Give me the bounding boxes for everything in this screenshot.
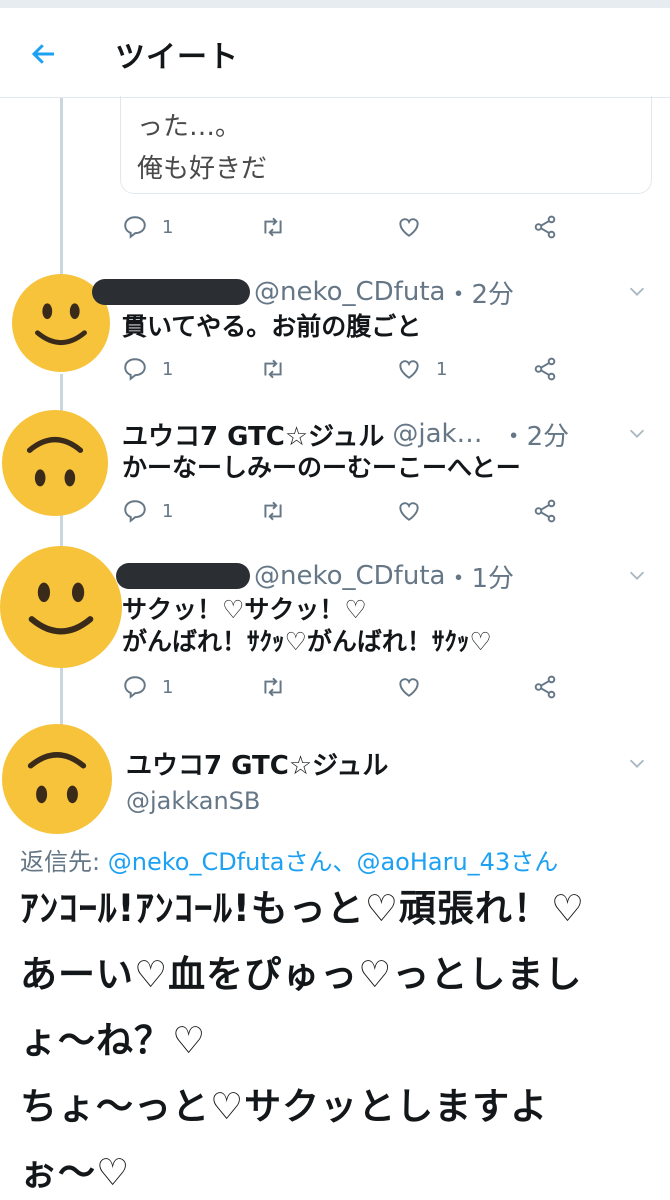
user-handle[interactable]: @neko_CDfuta: [254, 277, 445, 307]
reply-button[interactable]: 1: [122, 674, 173, 700]
tweet-text: 貫いてやる。お前の腹ごと: [122, 312, 422, 341]
retweet-icon: [260, 674, 286, 700]
avatar[interactable]: [0, 546, 122, 668]
quoted-tweet[interactable]: った…。 俺も好きだ: [120, 96, 652, 194]
share-icon: [532, 356, 558, 382]
thread-line: [60, 374, 63, 412]
retweet-button[interactable]: [260, 674, 286, 700]
retweet-button[interactable]: [260, 498, 286, 524]
chevron-down-icon[interactable]: [626, 564, 648, 586]
redacted-name: [92, 279, 250, 305]
avatar[interactable]: [2, 410, 108, 516]
header: ツイート: [0, 8, 670, 98]
main-tweet-handle[interactable]: @jakkanSB: [126, 787, 260, 815]
timestamp[interactable]: ・2分: [501, 416, 570, 453]
retweet-button[interactable]: [260, 356, 286, 382]
reply-button[interactable]: 1: [122, 498, 173, 524]
share-button[interactable]: [532, 674, 558, 700]
main-tweet-line: ちょ〜っと♡サクッとしますよ: [20, 1085, 549, 1128]
retweet-icon: [260, 498, 286, 524]
chevron-down-icon[interactable]: [626, 752, 648, 774]
tweet-actions: 1: [122, 498, 562, 528]
reply-to: 返信先: @neko_CDfutaさん、@aoHaru_43さん: [20, 842, 558, 877]
timestamp[interactable]: ・2分: [445, 274, 514, 311]
user-handle[interactable]: @jak…: [392, 419, 482, 449]
quoted-text-line: 俺も好きだ: [137, 154, 268, 184]
like-button[interactable]: 1: [396, 356, 447, 382]
quoted-text-line: った…。: [137, 112, 242, 142]
reply-count: 1: [162, 676, 174, 698]
main-tweet-line: あーい♡血をぴゅっ♡っとしまし: [20, 953, 583, 996]
reply-to-label: 返信先:: [20, 848, 101, 876]
tweet-header: ユウコ7 GTC☆ジュル @jak… ・2分: [122, 416, 569, 452]
status-bar: [0, 0, 670, 8]
share-icon: [532, 214, 558, 240]
tweet-header: @neko_CDfuta ・1分: [116, 558, 514, 594]
retweet-button[interactable]: [260, 214, 286, 240]
tweet-header: @neko_CDfuta ・2分: [92, 274, 514, 310]
main-tweet-line: ｱﾝｺｰﾙ!ｱﾝｺｰﾙ!もっと♡頑張れ！♡: [20, 887, 586, 930]
retweet-icon: [260, 356, 286, 382]
heart-icon: [396, 498, 422, 524]
tweet-text: がんばれ！ｻｸｯ♡がんばれ！ｻｸｯ♡: [122, 627, 492, 656]
upside-down-face-icon: [3, 725, 111, 833]
like-button[interactable]: [396, 674, 422, 700]
reply-icon: [122, 214, 148, 240]
timestamp[interactable]: ・1分: [445, 558, 514, 595]
tweet-actions: 1: [122, 214, 562, 244]
retweet-icon: [260, 214, 286, 240]
reply-count: 1: [162, 358, 174, 380]
chevron-down-icon[interactable]: [626, 422, 648, 444]
main-tweet-line: ぉ〜♡: [20, 1151, 131, 1194]
upside-down-face-icon: [3, 411, 107, 515]
thread-line: [60, 98, 63, 278]
tweet-actions: 1 1: [122, 356, 562, 386]
share-icon: [532, 674, 558, 700]
avatar[interactable]: [2, 724, 112, 834]
tweet-text: かーなーしみーのーむーこーへとー: [122, 453, 521, 482]
heart-icon: [396, 356, 422, 382]
reply-button[interactable]: 1: [122, 214, 173, 240]
like-button[interactable]: [396, 214, 422, 240]
reply-icon: [122, 498, 148, 524]
share-button[interactable]: [532, 498, 558, 524]
redacted-name: [116, 563, 250, 589]
user-name[interactable]: ユウコ7 GTC☆ジュル: [122, 416, 384, 453]
user-handle[interactable]: @neko_CDfuta: [254, 561, 445, 591]
tweet-actions: 1: [122, 674, 562, 704]
reply-icon: [122, 674, 148, 700]
reply-button[interactable]: 1: [122, 356, 173, 382]
main-tweet-line: ょ〜ね？♡: [20, 1019, 207, 1062]
back-button[interactable]: [26, 36, 62, 72]
main-tweet-text: ｱﾝｺｰﾙ!ｱﾝｺｰﾙ!もっと♡頑張れ！♡ あーい♡血をぴゅっ♡っとしまし ょ〜…: [20, 876, 660, 1200]
like-count: 1: [436, 358, 448, 380]
like-button[interactable]: [396, 498, 422, 524]
heart-icon: [396, 674, 422, 700]
share-button[interactable]: [532, 214, 558, 240]
page-title: ツイート: [115, 40, 239, 75]
reply-to-mentions[interactable]: @neko_CDfutaさん、@aoHaru_43さん: [108, 848, 558, 876]
chevron-down-icon[interactable]: [626, 280, 648, 302]
arrow-left-icon: [31, 44, 54, 64]
share-button[interactable]: [532, 356, 558, 382]
main-tweet-name[interactable]: ユウコ7 GTC☆ジュル: [126, 745, 388, 782]
heart-icon: [396, 214, 422, 240]
tweet-text: サクッ！♡サクッ！♡: [122, 595, 367, 624]
smile-face-icon: [1, 547, 121, 667]
share-icon: [532, 498, 558, 524]
reply-icon: [122, 356, 148, 382]
reply-count: 1: [162, 216, 174, 238]
reply-count: 1: [162, 500, 174, 522]
